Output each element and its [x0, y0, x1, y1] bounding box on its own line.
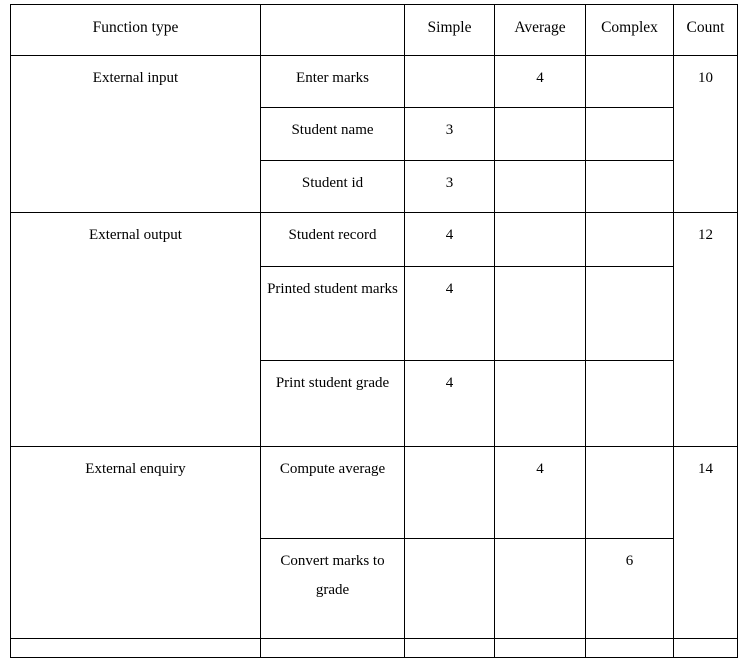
function-type-cell: External enquiry	[10, 446, 261, 639]
complex-value-cell	[585, 212, 674, 267]
function-type-cell: External output	[10, 212, 261, 447]
table-row-partial	[10, 638, 738, 658]
average-value-cell	[494, 160, 586, 213]
function-name-cell: Student id	[260, 160, 405, 213]
simple-value-cell	[404, 538, 495, 639]
simple-value-cell	[404, 638, 495, 658]
complex-value-cell	[585, 160, 674, 213]
count-cell: 12	[673, 212, 738, 447]
complex-value-cell	[585, 360, 674, 447]
function-point-table: Function type Simple Average Complex Cou…	[10, 4, 738, 658]
column-header-simple: Simple	[404, 4, 495, 56]
column-header-complex: Complex	[585, 4, 674, 56]
average-value-cell	[494, 538, 586, 639]
function-name-cell: Enter marks	[260, 55, 405, 108]
complex-value-cell	[585, 638, 674, 658]
table-header: Function type Simple Average Complex Cou…	[10, 4, 738, 56]
page-canvas: Function type Simple Average Complex Cou…	[0, 0, 745, 658]
average-value-cell	[494, 360, 586, 447]
simple-value-cell: 4	[404, 212, 495, 267]
count-cell: 10	[673, 55, 738, 213]
simple-value-cell	[404, 55, 495, 108]
average-value-cell	[494, 107, 586, 161]
simple-value-cell: 3	[404, 107, 495, 161]
function-name-cell: Student name	[260, 107, 405, 161]
simple-value-cell	[404, 446, 495, 539]
average-value-cell: 4	[494, 446, 586, 539]
table-row: External input Enter marks 4 10	[10, 55, 738, 213]
complex-value-cell	[585, 55, 674, 108]
count-cell	[673, 638, 738, 658]
complex-value-cell	[585, 446, 674, 539]
table-body: External input Enter marks 4 10 Student …	[10, 55, 738, 658]
table-row: External enquiry Compute average 4 14	[10, 446, 738, 639]
column-header-function-name	[260, 4, 405, 56]
function-name-cell: Compute average	[260, 446, 405, 539]
complex-value-cell: 6	[585, 538, 674, 639]
column-header-count: Count	[673, 4, 738, 56]
simple-value-cell: 3	[404, 160, 495, 213]
column-header-average: Average	[494, 4, 586, 56]
average-value-cell	[494, 212, 586, 267]
count-cell: 14	[673, 446, 738, 639]
table-row: External output Student record 4 12	[10, 212, 738, 447]
function-type-cell: External input	[10, 55, 261, 213]
simple-value-cell: 4	[404, 266, 495, 361]
function-type-cell	[10, 638, 261, 658]
function-name-cell: Student record	[260, 212, 405, 267]
function-name-cell	[260, 638, 405, 658]
average-value-cell: 4	[494, 55, 586, 108]
table-header-row: Function type Simple Average Complex Cou…	[10, 4, 738, 56]
function-name-cell: Convert marks to grade	[260, 538, 405, 639]
complex-value-cell	[585, 266, 674, 361]
complex-value-cell	[585, 107, 674, 161]
average-value-cell	[494, 638, 586, 658]
column-header-function-type: Function type	[10, 4, 261, 56]
average-value-cell	[494, 266, 586, 361]
simple-value-cell: 4	[404, 360, 495, 447]
function-name-cell: Print student grade	[260, 360, 405, 447]
function-name-cell: Printed student marks	[260, 266, 405, 361]
